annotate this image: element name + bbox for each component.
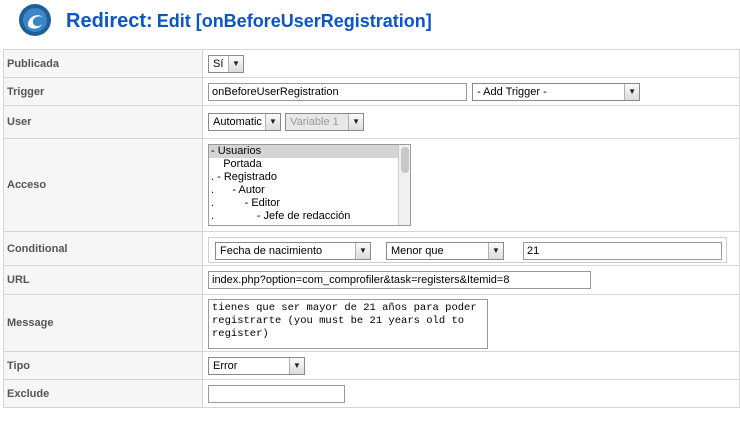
redirect-form: Publicada Sí ▼ Trigger onBeforeUserRegis…: [3, 49, 740, 408]
row-exclude: Exclude: [3, 379, 740, 408]
chevron-down-icon: ▼: [624, 83, 640, 100]
conditional-label: Conditional: [3, 231, 203, 266]
row-url: URL index.php?option=com_comprofiler&tas…: [3, 265, 740, 295]
trigger-input[interactable]: onBeforeUserRegistration: [208, 82, 467, 101]
message-label: Message: [3, 294, 203, 352]
tipo-select[interactable]: Error ▼: [208, 356, 305, 375]
user-label: User: [3, 105, 203, 139]
chevron-down-icon: ▼: [228, 55, 243, 72]
acceso-option[interactable]: Portada: [209, 158, 410, 171]
add-trigger-value: - Add Trigger -: [477, 85, 547, 98]
row-trigger: Trigger onBeforeUserRegistration - Add T…: [3, 77, 740, 106]
acceso-option[interactable]: . - Registrado: [209, 171, 410, 184]
conditional-group: Fecha de nacimiento ▼ Menor que ▼ 21: [208, 237, 727, 263]
add-trigger-select[interactable]: - Add Trigger - ▼: [472, 82, 641, 101]
page-title-sub: Edit [onBeforeUserRegistration]: [156, 11, 432, 31]
publicada-select[interactable]: Sí ▼: [208, 54, 244, 73]
conditional-field-value: Fecha de nacimiento: [220, 245, 323, 257]
conditional-operator-select[interactable]: Menor que ▼: [386, 242, 504, 260]
row-message: Message tienes que ser mayor de 21 años …: [3, 294, 740, 352]
publicada-value: Sí: [213, 57, 224, 70]
chevron-down-icon: ▼: [355, 243, 370, 259]
tipo-value: Error: [213, 359, 238, 372]
row-publicada: Publicada Sí ▼: [3, 49, 740, 78]
tipo-label: Tipo: [3, 351, 203, 380]
acceso-option[interactable]: - Usuarios: [209, 145, 410, 158]
acceso-option[interactable]: . - Autor: [209, 184, 410, 197]
scrollbar-thumb[interactable]: [401, 147, 409, 173]
exclude-label: Exclude: [3, 379, 203, 408]
user-variable-value: Variable 1: [290, 116, 339, 128]
conditional-operator-value: Menor que: [391, 245, 444, 257]
user-variable-select[interactable]: Variable 1 ▼: [285, 113, 365, 131]
page-header: Redirect: Edit [onBeforeUserRegistration]: [0, 0, 740, 46]
row-acceso: Acceso - Usuarios Portada . - Registrado…: [3, 138, 740, 232]
publicada-label: Publicada: [3, 49, 203, 78]
joomla-logo-icon: [19, 4, 51, 36]
acceso-option[interactable]: . - Jefe de redacción: [209, 210, 410, 223]
conditional-field-select[interactable]: Fecha de nacimiento ▼: [215, 242, 371, 260]
acceso-option[interactable]: . - Editor: [209, 197, 410, 210]
row-conditional: Conditional Fecha de nacimiento ▼ Menor …: [3, 231, 740, 266]
url-label: URL: [3, 265, 203, 295]
user-type-select[interactable]: Automatic ▼: [208, 113, 281, 131]
chevron-down-icon: ▼: [289, 357, 304, 374]
conditional-value-input[interactable]: 21: [523, 242, 722, 260]
exclude-input[interactable]: [208, 384, 345, 403]
user-type-value: Automatic: [213, 116, 262, 128]
message-textarea[interactable]: tienes que ser mayor de 21 años para pod…: [208, 299, 488, 349]
page-title: Redirect: Edit [onBeforeUserRegistration]: [66, 10, 432, 33]
acceso-scrollbar[interactable]: [398, 145, 410, 225]
acceso-label: Acceso: [3, 138, 203, 232]
chevron-down-icon: ▼: [348, 114, 364, 130]
chevron-down-icon: ▼: [488, 243, 503, 259]
page-title-main: Redirect:: [66, 10, 153, 32]
trigger-label: Trigger: [3, 77, 203, 106]
chevron-down-icon: ▼: [265, 114, 280, 130]
acceso-listbox[interactable]: - Usuarios Portada . - Registrado . - Au…: [208, 144, 411, 226]
url-input[interactable]: index.php?option=com_comprofiler&task=re…: [208, 271, 591, 289]
row-tipo: Tipo Error ▼: [3, 351, 740, 380]
row-user: User Automatic ▼ Variable 1 ▼: [3, 105, 740, 139]
